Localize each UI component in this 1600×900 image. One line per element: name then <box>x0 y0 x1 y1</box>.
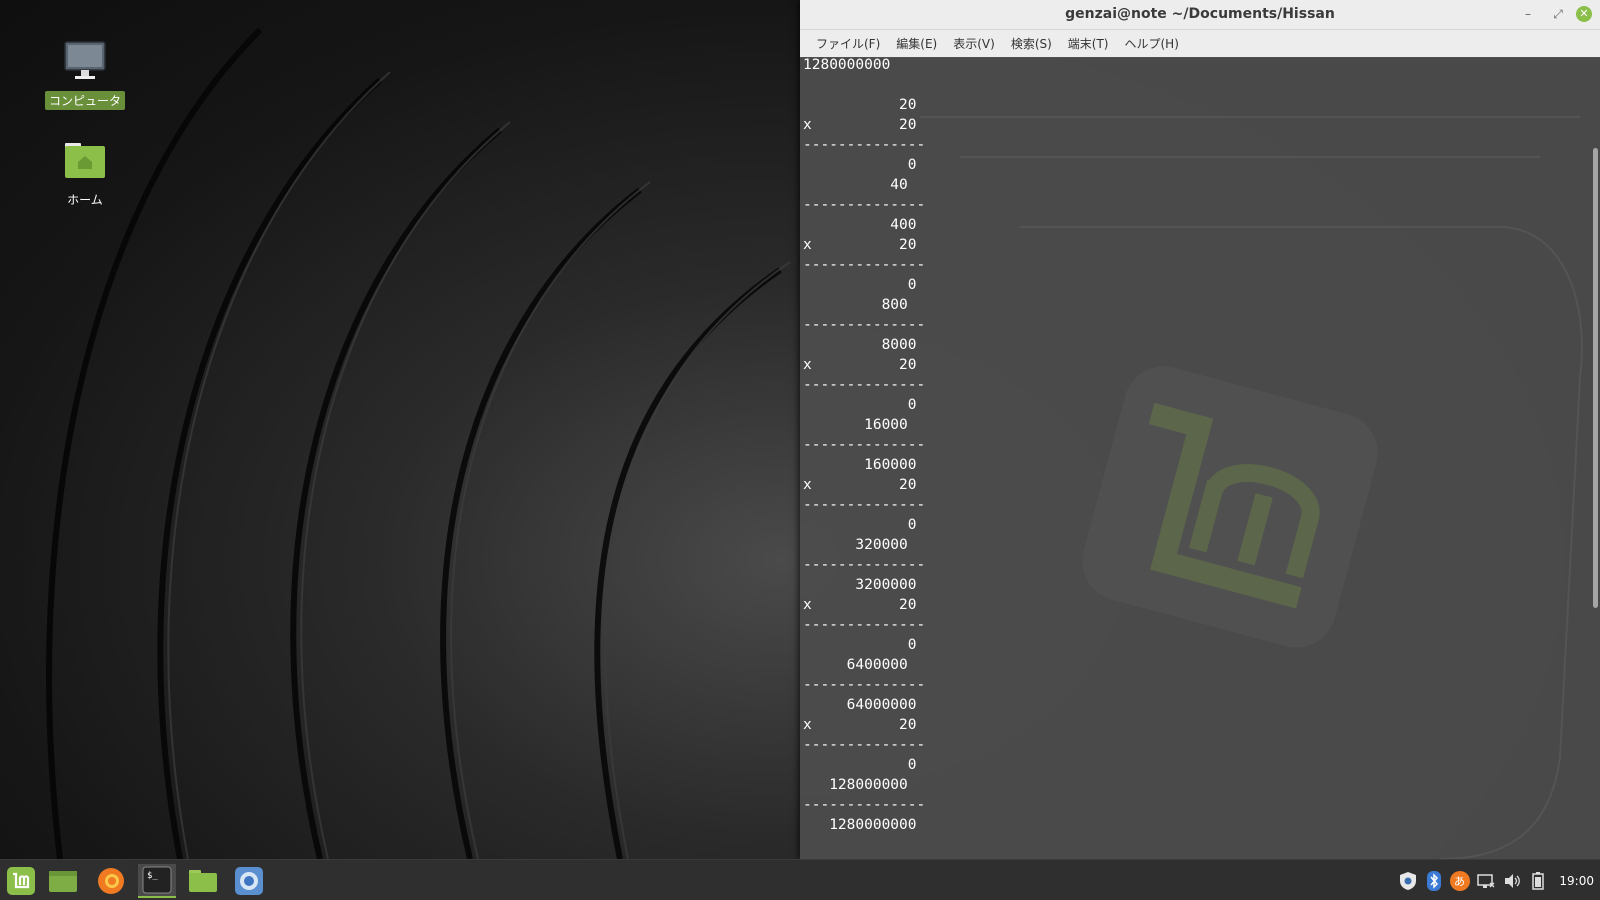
desktop-icon-label: ホーム <box>67 193 103 207</box>
computer-icon <box>64 41 106 79</box>
desktop-icon-home[interactable]: ホーム <box>40 137 130 209</box>
battery-icon[interactable] <box>1527 870 1549 892</box>
terminal-window[interactable]: genzai@note ~/Documents/Hissan – ⤢ ✕ ファイ… <box>800 0 1600 859</box>
taskbar: $_ あ 19:00 <box>0 859 1600 900</box>
network-icon[interactable] <box>1475 870 1497 892</box>
chromium-icon <box>235 867 263 895</box>
minimize-button[interactable]: – <box>1520 6 1536 22</box>
window-titlebar[interactable]: genzai@note ~/Documents/Hissan – ⤢ ✕ <box>800 0 1600 30</box>
volume-icon[interactable] <box>1501 870 1523 892</box>
svg-text:$_: $_ <box>147 871 158 881</box>
maximize-button[interactable]: ⤢ <box>1550 6 1566 22</box>
bluetooth-icon[interactable] <box>1423 870 1445 892</box>
menu-view[interactable]: 表示(V) <box>945 35 1003 52</box>
clock[interactable]: 19:00 <box>1559 874 1594 888</box>
terminal-task-button[interactable]: $_ <box>138 864 176 898</box>
desktop-icon-label: コンピュータ <box>44 91 125 110</box>
svg-text:あ: あ <box>1454 875 1465 888</box>
firefox-launcher[interactable] <box>92 864 130 898</box>
system-tray: あ 19:00 <box>1395 860 1600 900</box>
firefox-icon <box>98 868 124 894</box>
terminal-scrollbar[interactable] <box>1593 148 1598 608</box>
menu-bar: ファイル(F) 編集(E) 表示(V) 検索(S) 端末(T) ヘルプ(H) <box>800 30 1600 58</box>
close-button[interactable]: ✕ <box>1576 6 1592 22</box>
desktop-icon <box>49 871 77 892</box>
input-method-icon[interactable]: あ <box>1449 870 1471 892</box>
menu-search[interactable]: 検索(S) <box>1003 35 1060 52</box>
mint-menu-icon <box>7 867 35 895</box>
menu-edit[interactable]: 編集(E) <box>888 35 945 52</box>
desktop-icon-computer[interactable]: コンピュータ <box>40 38 130 110</box>
menu-launcher-button[interactable] <box>2 864 40 898</box>
update-shield-icon[interactable] <box>1397 870 1419 892</box>
terminal-body[interactable]: 1280000000 20 x 20 -------------- 0 40 -… <box>800 57 1600 859</box>
home-folder-icon <box>65 143 105 178</box>
folder-icon <box>189 870 217 892</box>
terminal-icon: $_ <box>142 866 172 894</box>
files-launcher[interactable] <box>184 864 222 898</box>
menu-file[interactable]: ファイル(F) <box>808 35 888 52</box>
window-title: genzai@note ~/Documents/Hissan <box>1065 6 1335 22</box>
chromium-launcher[interactable] <box>230 864 268 898</box>
menu-help[interactable]: ヘルプ(H) <box>1117 35 1187 52</box>
menu-terminal[interactable]: 端末(T) <box>1060 35 1117 52</box>
show-desktop-button[interactable] <box>44 864 82 898</box>
terminal-output: 1280000000 20 x 20 -------------- 0 40 -… <box>803 57 926 833</box>
